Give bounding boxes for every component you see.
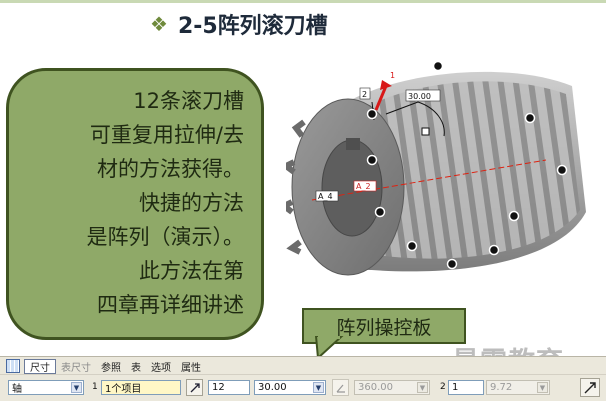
slide-title-text: 2-5阵列滚刀槽 — [177, 14, 328, 39]
pattern-dashboard: 轴 ▼ 1 1个项目 12 30.00 ▼ 360.00 ▼ 2 1 9.72 … — [0, 374, 606, 401]
tab-options[interactable]: 选项 — [146, 358, 176, 374]
dir1-collector[interactable]: 1个项目 — [101, 380, 181, 395]
radial-direction-button[interactable] — [580, 378, 600, 397]
tab-properties[interactable]: 属性 — [176, 358, 206, 374]
axis-left-tag: A_4 — [318, 192, 333, 201]
cad-viewport[interactable]: A_4 A_2 2 30.00 1 — [278, 42, 600, 298]
angular-extent-toggle[interactable] — [332, 379, 349, 396]
callout-pointer — [314, 336, 344, 358]
pattern-type-value: 轴 — [12, 384, 22, 395]
dim-angle-label: 30.00 — [408, 92, 431, 101]
angle-increment-select[interactable]: 30.00 ▼ — [254, 380, 326, 395]
flip-direction-button[interactable] — [186, 379, 203, 396]
angular-extent-value: 360.00 — [358, 382, 393, 393]
grid-table-icon[interactable] — [6, 359, 20, 373]
slide-top-band — [0, 0, 606, 3]
hob-cutter-model: A_4 A_2 2 30.00 1 — [278, 60, 586, 276]
flip-direction-icon — [190, 382, 200, 392]
slide-title: ❖ 2-5阵列滚刀槽 — [150, 6, 328, 42]
tab-table-dimensions[interactable]: 表尺寸 — [56, 358, 96, 374]
direction-number: 1 — [390, 71, 395, 80]
angular-extent-select[interactable]: 360.00 ▼ — [354, 380, 430, 395]
member-count-input[interactable]: 12 — [208, 380, 250, 395]
chevron-down-icon[interactable]: ▼ — [417, 382, 428, 393]
explanation-text: 12条滚刀槽 可重复用拉伸/去 材的方法获得。 快捷的方法 是阵列（演示）。 此… — [86, 89, 245, 317]
angle-increment-value: 30.00 — [258, 382, 287, 393]
dir2-number: 2 — [440, 382, 446, 392]
tab-dimensions[interactable]: 尺寸 — [24, 358, 56, 374]
member-count-value: 12 — [212, 382, 225, 393]
dir2-angle-select[interactable]: 9.72 ▼ — [486, 380, 550, 395]
dir2-angle-value: 9.72 — [490, 382, 513, 393]
dim-count-label: 2 — [362, 90, 367, 99]
dir1-collector-value: 1个项目 — [105, 384, 142, 395]
chevron-down-icon[interactable]: ▼ — [71, 382, 82, 393]
chevron-down-icon[interactable]: ▼ — [313, 382, 324, 393]
axis-right-tag: A_2 — [356, 182, 371, 191]
dashboard-tab-bar: 尺寸 表尺寸 参照 表 选项 属性 — [0, 356, 606, 375]
chevron-down-icon[interactable]: ▼ — [537, 382, 548, 393]
dir1-number: 1 — [92, 382, 98, 392]
dir2-count-input[interactable]: 1 — [448, 380, 484, 395]
radial-arrow-icon — [584, 381, 596, 393]
diamond-cluster-icon: ❖ — [150, 12, 168, 36]
angle-icon — [336, 384, 345, 393]
pattern-type-select[interactable]: 轴 ▼ — [8, 380, 84, 395]
tab-references[interactable]: 参照 — [96, 358, 126, 374]
dir2-count-value: 1 — [452, 382, 459, 393]
tab-table[interactable]: 表 — [126, 358, 146, 374]
